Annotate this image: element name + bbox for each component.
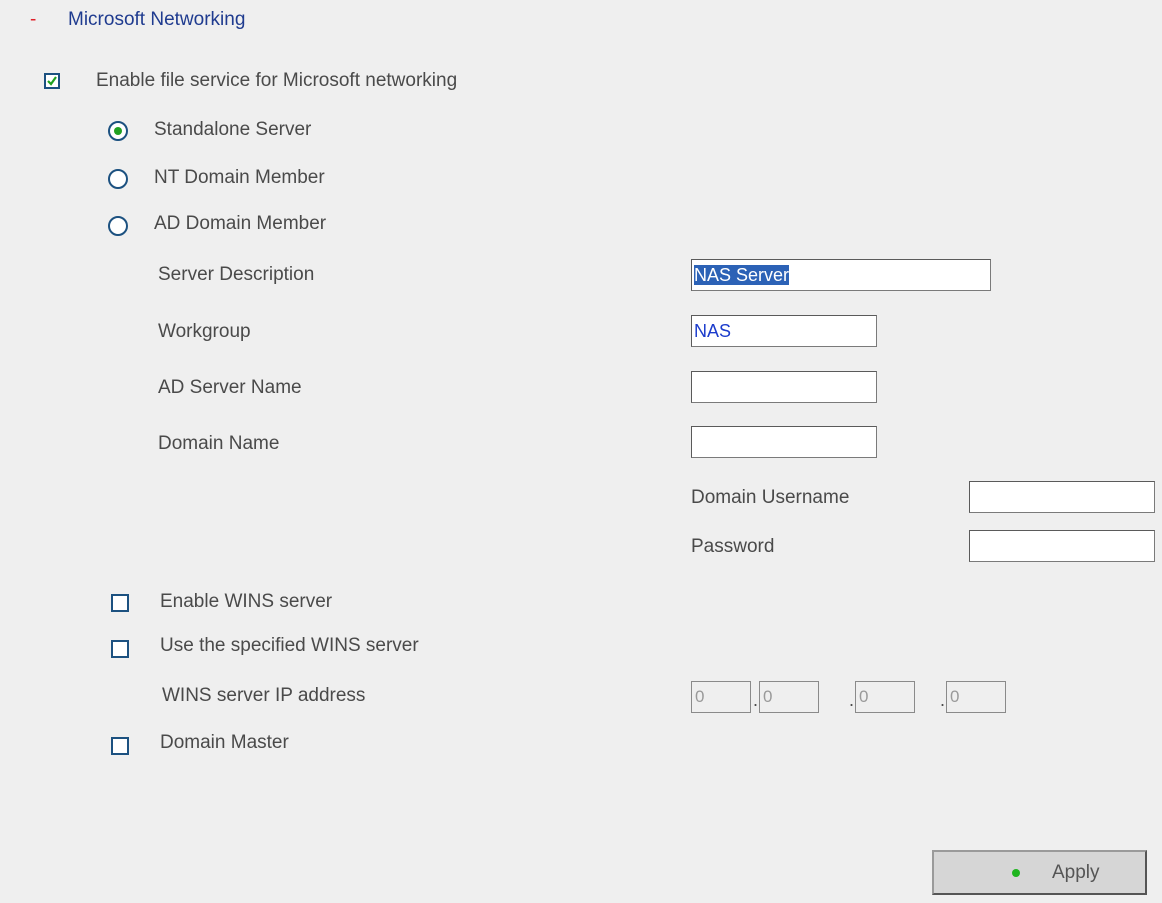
password-input[interactable] bbox=[969, 530, 1155, 562]
domain-name-input[interactable] bbox=[691, 426, 877, 458]
server-description-value: NAS Server bbox=[694, 265, 790, 285]
enable-file-service-checkbox[interactable] bbox=[44, 73, 60, 89]
check-icon bbox=[47, 76, 57, 86]
use-specified-wins-label: Use the specified WINS server bbox=[160, 635, 419, 656]
workgroup-value: NAS bbox=[694, 321, 732, 341]
server-description-input[interactable]: NAS Server bbox=[691, 259, 991, 291]
ip-separator: . bbox=[940, 690, 946, 710]
domain-username-input[interactable] bbox=[969, 481, 1155, 513]
ip-separator: . bbox=[849, 690, 855, 710]
domain-master-checkbox[interactable] bbox=[111, 737, 129, 755]
enable-wins-server-label: Enable WINS server bbox=[160, 591, 333, 612]
status-dot-icon bbox=[1012, 869, 1020, 877]
use-specified-wins-checkbox[interactable] bbox=[111, 640, 129, 658]
wins-ip-octet-3[interactable] bbox=[855, 681, 915, 713]
password-label: Password bbox=[691, 536, 775, 557]
ad-server-name-input[interactable] bbox=[691, 371, 877, 403]
server-description-label: Server Description bbox=[158, 264, 315, 285]
wins-ip-octet-2[interactable] bbox=[759, 681, 819, 713]
wins-ip-octet-1[interactable] bbox=[691, 681, 751, 713]
domain-name-label: Domain Name bbox=[158, 433, 280, 454]
enable-file-service-label: Enable file service for Microsoft networ… bbox=[96, 70, 458, 91]
section-title: Microsoft Networking bbox=[68, 9, 246, 30]
ad-server-name-label: AD Server Name bbox=[158, 377, 302, 398]
radio-nt-domain-member-label: NT Domain Member bbox=[154, 167, 325, 188]
radio-standalone-server-label: Standalone Server bbox=[154, 119, 312, 140]
domain-master-label: Domain Master bbox=[160, 732, 289, 753]
domain-username-label: Domain Username bbox=[691, 487, 850, 508]
enable-wins-server-checkbox[interactable] bbox=[111, 594, 129, 612]
wins-ip-octet-4[interactable] bbox=[946, 681, 1006, 713]
workgroup-input[interactable]: NAS bbox=[691, 315, 877, 347]
workgroup-label: Workgroup bbox=[158, 321, 251, 342]
radio-nt-domain-member[interactable] bbox=[108, 169, 128, 189]
microsoft-networking-panel: - Microsoft Networking Enable file servi… bbox=[0, 0, 1162, 903]
ip-separator: . bbox=[753, 690, 759, 710]
apply-button-label: Apply bbox=[1052, 862, 1100, 883]
radio-selected-dot bbox=[114, 127, 122, 135]
collapse-toggle[interactable]: - bbox=[30, 9, 36, 31]
radio-ad-domain-member-label: AD Domain Member bbox=[154, 213, 327, 234]
radio-ad-domain-member[interactable] bbox=[108, 216, 128, 236]
apply-button[interactable]: Apply bbox=[932, 850, 1147, 895]
radio-standalone-server[interactable] bbox=[108, 121, 128, 141]
wins-ip-label: WINS server IP address bbox=[162, 685, 366, 706]
